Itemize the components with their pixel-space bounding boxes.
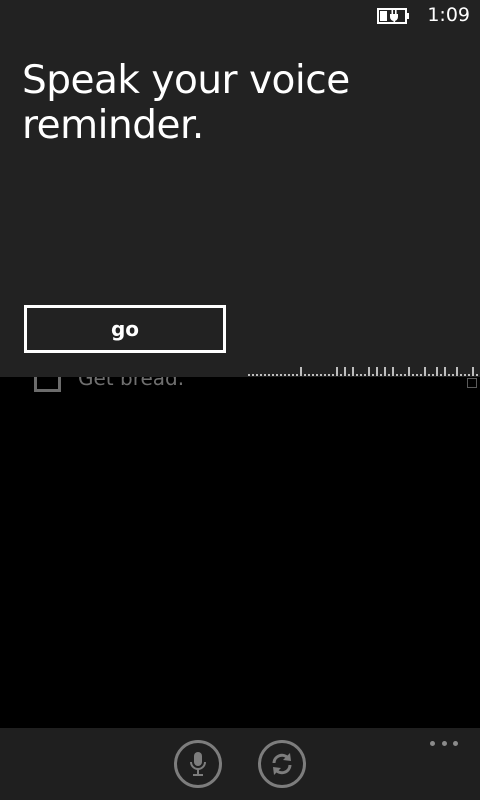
meter-bar bbox=[432, 374, 434, 376]
meter-bar bbox=[456, 367, 458, 376]
meter-bar bbox=[380, 374, 382, 376]
meter-bar bbox=[376, 367, 378, 376]
meter-bar bbox=[264, 374, 266, 376]
meter-bar bbox=[348, 374, 350, 376]
scroll-indicator-icon bbox=[467, 378, 477, 388]
meter-bar bbox=[352, 367, 354, 376]
meter-bar bbox=[476, 374, 478, 376]
meter-bar bbox=[304, 374, 306, 376]
meter-bar bbox=[328, 374, 330, 376]
meter-bar bbox=[248, 374, 250, 376]
status-clock: 1:09 bbox=[427, 4, 470, 26]
meter-bar bbox=[268, 374, 270, 376]
meter-bar bbox=[312, 374, 314, 376]
meter-bar bbox=[444, 367, 446, 376]
meter-bar bbox=[408, 367, 410, 376]
meter-bar bbox=[308, 374, 310, 376]
microphone-button[interactable] bbox=[174, 740, 222, 788]
meter-bar bbox=[400, 374, 402, 376]
meter-bar bbox=[324, 374, 326, 376]
meter-bar bbox=[316, 374, 318, 376]
meter-bar bbox=[292, 374, 294, 376]
ellipsis-icon bbox=[453, 740, 458, 746]
meter-bar bbox=[452, 374, 454, 376]
go-button[interactable]: go bbox=[24, 305, 226, 353]
meter-bar bbox=[396, 374, 398, 376]
meter-bar bbox=[412, 374, 414, 376]
meter-bar bbox=[464, 374, 466, 376]
meter-bar bbox=[336, 367, 338, 376]
meter-bar bbox=[416, 374, 418, 376]
meter-bar bbox=[428, 374, 430, 376]
meter-bar bbox=[392, 367, 394, 376]
sync-button[interactable] bbox=[258, 740, 306, 788]
meter-bar bbox=[388, 374, 390, 376]
meter-bar bbox=[360, 374, 362, 376]
battery-charging-icon bbox=[377, 8, 409, 24]
meter-bar bbox=[440, 374, 442, 376]
meter-bar bbox=[356, 374, 358, 376]
meter-bar bbox=[420, 374, 422, 376]
audio-level-meter bbox=[248, 367, 478, 376]
ellipsis-icon bbox=[430, 740, 435, 746]
meter-bar bbox=[272, 374, 274, 376]
meter-bar bbox=[332, 374, 334, 376]
meter-bar bbox=[276, 374, 278, 376]
meter-bar bbox=[280, 374, 282, 376]
meter-bar bbox=[296, 374, 298, 376]
meter-bar bbox=[424, 367, 426, 376]
meter-bar bbox=[460, 374, 462, 376]
meter-bar bbox=[448, 374, 450, 376]
meter-bar bbox=[256, 374, 258, 376]
meter-bar bbox=[260, 374, 262, 376]
voice-prompt-panel: 1:09 Speak your voice reminder. go bbox=[0, 0, 480, 377]
meter-bar bbox=[468, 374, 470, 376]
meter-bar bbox=[344, 367, 346, 376]
meter-bar bbox=[372, 374, 374, 376]
meter-bar bbox=[284, 374, 286, 376]
sync-icon bbox=[272, 753, 292, 775]
meter-bar bbox=[340, 374, 342, 376]
microphone-icon bbox=[190, 752, 206, 776]
meter-bar bbox=[436, 367, 438, 376]
prompt-title: Speak your voice reminder. bbox=[22, 58, 350, 148]
meter-bar bbox=[364, 374, 366, 376]
meter-bar bbox=[320, 374, 322, 376]
status-bar: 1:09 bbox=[0, 0, 480, 32]
more-options-button[interactable] bbox=[430, 738, 458, 748]
meter-bar bbox=[368, 367, 370, 376]
meter-bar bbox=[472, 367, 474, 376]
meter-bar bbox=[384, 367, 386, 376]
ellipsis-icon bbox=[441, 740, 447, 746]
meter-bar bbox=[404, 374, 406, 376]
meter-bar bbox=[252, 374, 254, 376]
meter-bar bbox=[288, 374, 290, 376]
meter-bar bbox=[300, 367, 302, 376]
app-bar bbox=[0, 728, 480, 800]
